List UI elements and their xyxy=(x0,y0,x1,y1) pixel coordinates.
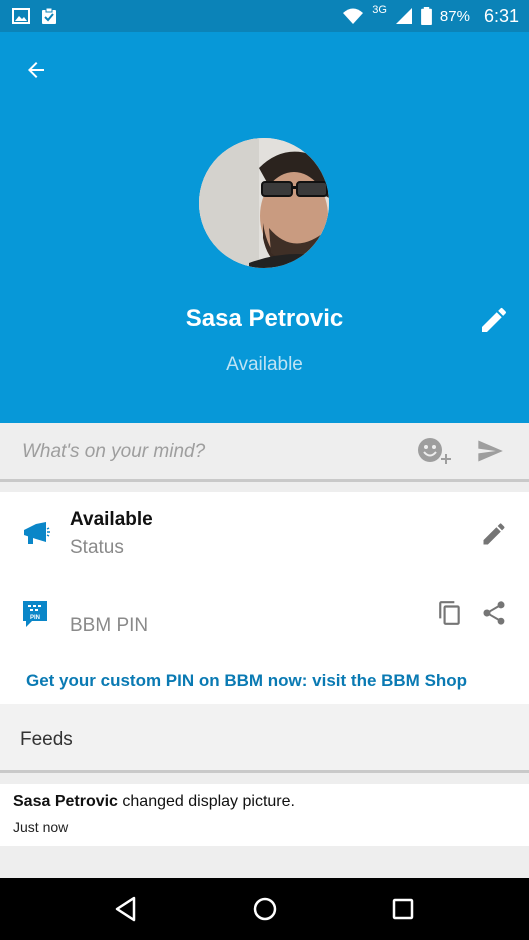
feeds-title: Feeds xyxy=(20,729,73,750)
profile-status: Available xyxy=(226,354,303,375)
profile-info-card: Available Status PIN BBM PIN Get your cu… xyxy=(0,492,529,704)
wifi-icon xyxy=(343,8,364,24)
feed-text: Sasa Petrovic changed display picture. xyxy=(13,793,295,811)
status-caption: Status xyxy=(70,537,124,558)
send-icon xyxy=(478,440,503,462)
nav-back-button[interactable] xyxy=(112,895,140,923)
gallery-icon xyxy=(12,8,30,24)
send-button[interactable] xyxy=(474,437,506,465)
status-row[interactable]: Available Status xyxy=(0,492,529,578)
profile-header: Sasa Petrovic Available xyxy=(0,32,529,423)
copy-pin-button[interactable] xyxy=(437,598,463,628)
bbm-pin-row: PIN BBM PIN xyxy=(0,588,529,648)
add-emoji-button[interactable] xyxy=(416,436,454,466)
nav-home-button[interactable] xyxy=(251,895,279,923)
navigation-bar xyxy=(0,878,529,940)
add-emoji-icon xyxy=(418,438,451,464)
feed-item[interactable]: Sasa Petrovic changed display picture. J… xyxy=(0,784,529,846)
svg-text:PIN: PIN xyxy=(30,615,40,621)
avatar-photo xyxy=(199,138,329,268)
clipboard-check-icon xyxy=(42,7,56,24)
bbm-pin-label: BBM PIN xyxy=(70,615,149,636)
home-circle-icon xyxy=(253,897,277,921)
battery-percent: 87% xyxy=(439,7,470,25)
copy-icon xyxy=(439,601,460,625)
status-update-input[interactable] xyxy=(20,438,404,466)
status-value: Available xyxy=(70,509,153,530)
battery-icon xyxy=(421,7,432,25)
feed-action: changed display picture. xyxy=(117,793,295,810)
bbm-pin-icon: PIN xyxy=(23,601,47,627)
megaphone-icon xyxy=(24,522,50,544)
status-bar: 3G 87% 6:31 xyxy=(0,0,529,32)
bbm-shop-link[interactable]: Get your custom PIN on BBM now: visit th… xyxy=(26,671,467,691)
pencil-icon xyxy=(482,307,507,332)
clock: 6:31 xyxy=(483,5,519,26)
share-pin-button[interactable] xyxy=(480,598,508,628)
back-arrow-icon xyxy=(28,62,44,78)
feeds-header: Feeds xyxy=(0,704,529,773)
back-button[interactable] xyxy=(18,52,54,88)
edit-profile-button[interactable] xyxy=(478,304,510,336)
edit-status-button[interactable] xyxy=(480,520,508,548)
recents-square-icon xyxy=(392,898,414,920)
profile-name: Sasa Petrovic xyxy=(185,305,344,332)
feed-author: Sasa Petrovic xyxy=(13,793,118,810)
network-type: 3G xyxy=(372,4,387,16)
nav-recents-button[interactable] xyxy=(389,895,417,923)
back-triangle-icon xyxy=(115,896,136,922)
feed-timestamp: Just now xyxy=(13,819,69,835)
status-update-bar xyxy=(0,423,529,482)
pencil-icon xyxy=(483,523,505,545)
share-icon xyxy=(483,601,505,625)
signal-icon xyxy=(395,8,412,24)
avatar[interactable] xyxy=(199,138,329,268)
